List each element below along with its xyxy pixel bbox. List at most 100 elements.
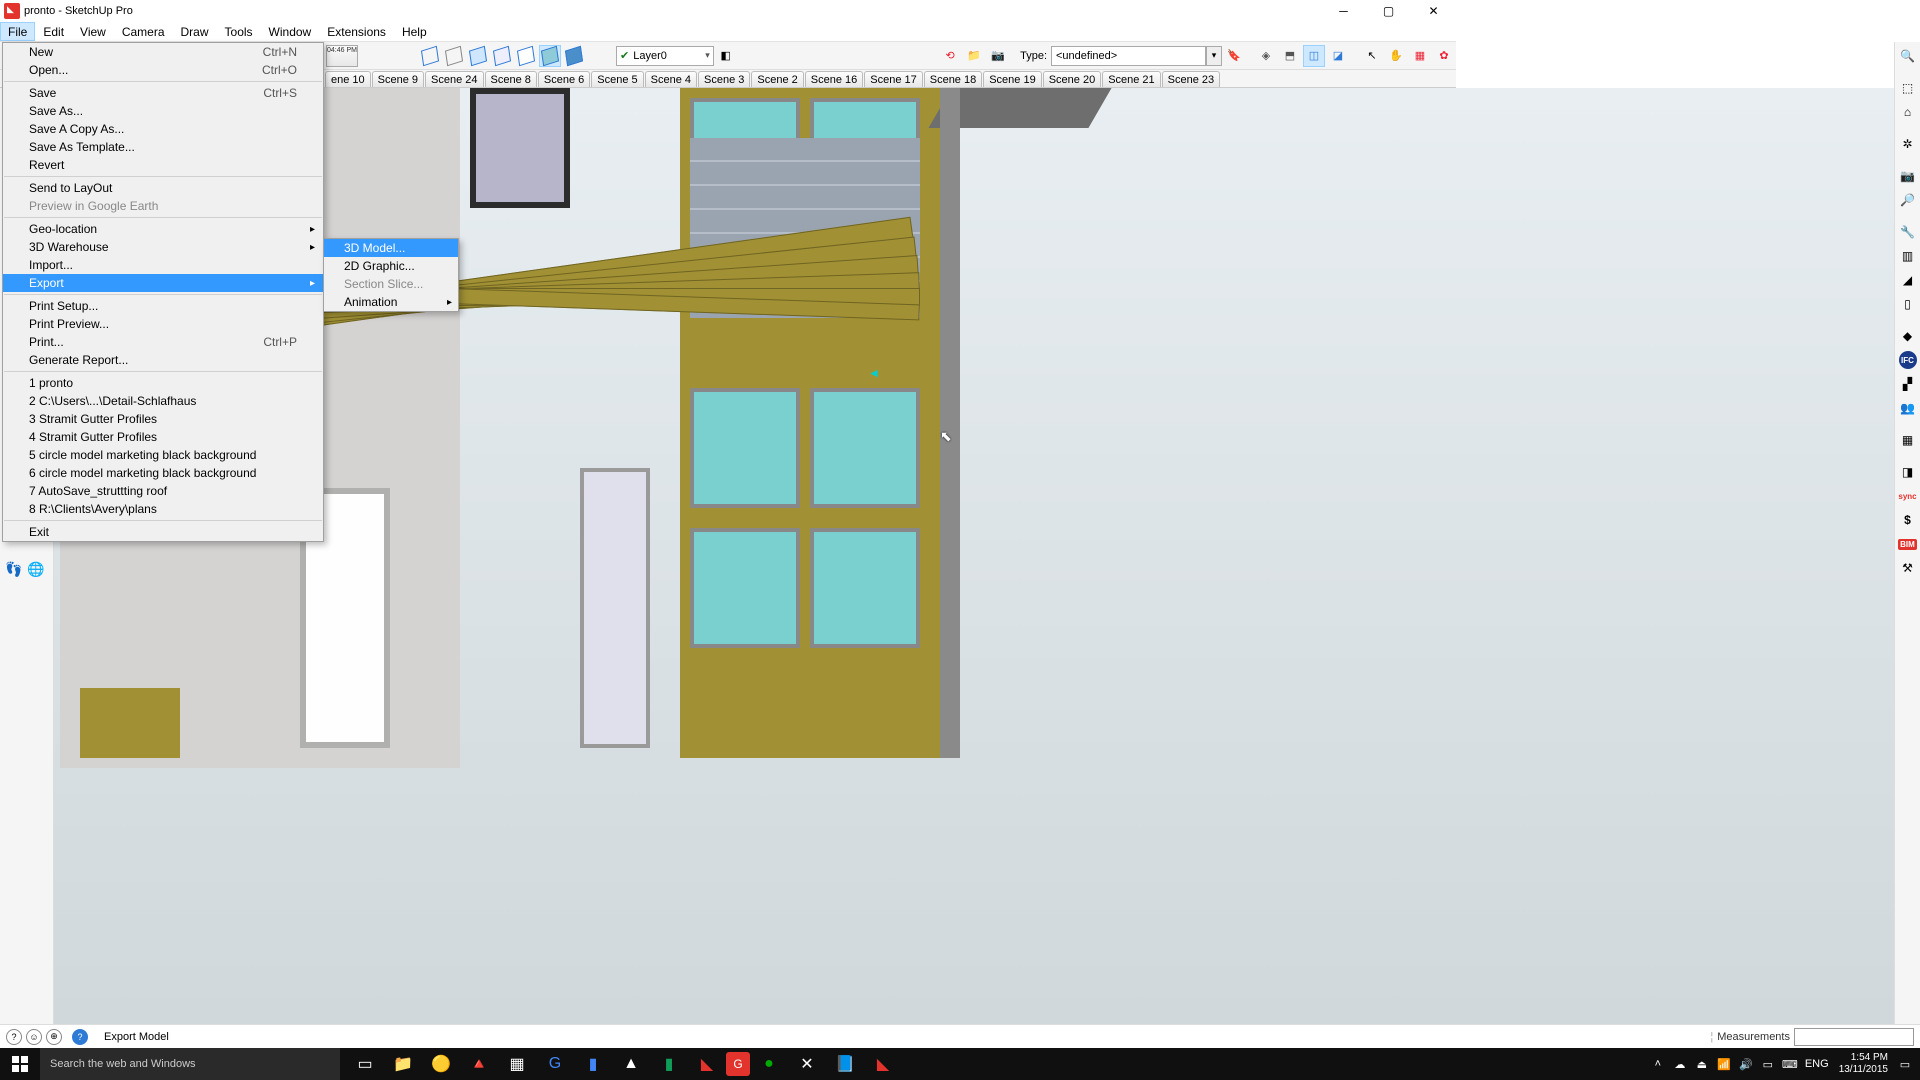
maximize-button[interactable]: ▢ [1366, 0, 1411, 22]
task-view-icon[interactable]: ▭ [346, 1048, 384, 1080]
menu-help[interactable]: Help [394, 22, 435, 41]
scene-tab[interactable]: Scene 3 [698, 71, 750, 87]
layer-name-input[interactable] [633, 50, 703, 62]
roof-icon[interactable]: ◢ [1897, 269, 1919, 291]
scene-tab[interactable]: Scene 20 [1043, 71, 1101, 87]
cube-icon[interactable]: ⬚ [1897, 77, 1919, 99]
menu-edit[interactable]: Edit [35, 22, 72, 41]
people-icon[interactable]: 👥 [1897, 397, 1919, 419]
house-icon[interactable]: ⌂ [1897, 101, 1919, 123]
scene-tab[interactable]: Scene 6 [538, 71, 590, 87]
tray-wifi-icon[interactable]: 📶 [1713, 1048, 1735, 1080]
style-hidden-line-icon[interactable] [443, 45, 465, 67]
help-icon[interactable]: ? [6, 1029, 22, 1045]
tag-icon[interactable]: 🔖 [1223, 45, 1245, 67]
sketchup-icon[interactable]: ◣ [864, 1048, 902, 1080]
stairs-icon[interactable]: ▞ [1897, 373, 1919, 395]
docs-icon[interactable]: ▮ [574, 1048, 612, 1080]
scene-tab[interactable]: Scene 17 [864, 71, 922, 87]
tray-keyboard-icon[interactable]: ⌨ [1779, 1048, 1801, 1080]
gear-icon[interactable]: ✿ [1433, 45, 1455, 67]
layer-manager-icon[interactable]: ◧ [715, 45, 737, 67]
shadow-clock[interactable]: 04:46 PM [326, 45, 358, 67]
scene-tab[interactable]: Scene 23 [1162, 71, 1220, 87]
search-model-icon[interactable]: 🔎 [1897, 189, 1919, 211]
file-menu-item[interactable]: Print...Ctrl+P [3, 333, 323, 351]
camera-icon[interactable]: 📷 [987, 45, 1009, 67]
file-menu-item[interactable]: Print Preview... [3, 315, 323, 333]
file-menu-item[interactable]: 5 circle model marketing black backgroun… [3, 446, 323, 464]
file-menu-item[interactable]: 7 AutoSave_struttting roof [3, 482, 323, 500]
hammer-icon[interactable]: ⚒ [1897, 557, 1919, 579]
file-menu-item[interactable]: Export [3, 274, 323, 292]
scene-tab[interactable]: Scene 8 [485, 71, 537, 87]
side-view-icon[interactable]: ◪ [1327, 45, 1349, 67]
scene-tab[interactable]: Scene 16 [805, 71, 863, 87]
scene-tab[interactable]: Scene 19 [983, 71, 1041, 87]
file-menu-item[interactable]: Open...Ctrl+O [3, 61, 323, 79]
file-menu-item[interactable]: Save As Template... [3, 138, 323, 156]
scene-tab[interactable]: Scene 18 [924, 71, 982, 87]
scene-tab[interactable]: ene 10 [325, 71, 371, 87]
file-menu-item[interactable]: 2 C:\Users\...\Detail-Schlafhaus [3, 392, 323, 410]
type-dropdown[interactable] [1051, 46, 1206, 66]
iso-icon[interactable]: ◈ [1255, 45, 1277, 67]
sync-icon[interactable]: sync [1897, 485, 1919, 507]
menu-camera[interactable]: Camera [114, 22, 173, 41]
style-backedges-icon[interactable] [563, 45, 585, 67]
sketchup-icon[interactable]: ◣ [688, 1048, 726, 1080]
style-xray-icon[interactable] [539, 45, 561, 67]
scene-tab[interactable]: Scene 9 [372, 71, 424, 87]
door-icon[interactable]: ▯ [1897, 293, 1919, 315]
wrench-icon[interactable]: 🔧 [1897, 221, 1919, 243]
menu-tools[interactable]: Tools [217, 22, 261, 41]
app-icon[interactable]: ▦ [498, 1048, 536, 1080]
file-menu-item[interactable]: 4 Stramit Gutter Profiles [3, 428, 323, 446]
app-icon[interactable]: ● [750, 1048, 788, 1080]
user-icon[interactable]: ☺ [26, 1029, 42, 1045]
app-icon[interactable]: 📘 [826, 1048, 864, 1080]
file-menu-item[interactable]: Save As... [3, 102, 323, 120]
file-menu-item[interactable]: Send to LayOut [3, 179, 323, 197]
layer-selector[interactable]: ✔ ▾ [616, 46, 714, 66]
scene-tab[interactable]: Scene 4 [645, 71, 697, 87]
info-icon[interactable]: ? [72, 1029, 88, 1045]
measurements-input[interactable] [1794, 1028, 1914, 1046]
gear-icon[interactable]: ✲ [1897, 133, 1919, 155]
file-menu-item[interactable]: 3D Warehouse [3, 238, 323, 256]
file-menu-item[interactable]: Revert [3, 156, 323, 174]
tray-eject-icon[interactable]: ⏏ [1691, 1048, 1713, 1080]
menu-window[interactable]: Window [261, 22, 320, 41]
render-box-icon[interactable]: ◨ [1897, 461, 1919, 483]
dropdown-icon[interactable]: ▾ [705, 50, 710, 61]
file-menu-item[interactable]: Geo-location [3, 220, 323, 238]
ifc-icon[interactable]: IFC [1897, 349, 1919, 371]
drive-icon[interactable]: ▲ [612, 1048, 650, 1080]
scene-tab[interactable]: Scene 24 [425, 71, 483, 87]
wall-icon[interactable]: ▥ [1897, 245, 1919, 267]
dollar-icon[interactable]: $ [1897, 509, 1919, 531]
scene-tab[interactable]: Scene 2 [751, 71, 803, 87]
diamond-icon[interactable]: ◆ [1897, 325, 1919, 347]
explorer-icon[interactable]: 📁 [384, 1048, 422, 1080]
minimize-button[interactable]: ─ [1321, 0, 1366, 22]
record-icon[interactable]: ⟲ [939, 45, 961, 67]
file-menu-item[interactable]: 8 R:\Clients\Avery\plans [3, 500, 323, 518]
sheets-icon[interactable]: ▮ [650, 1048, 688, 1080]
tray-lang[interactable]: ENG [1801, 1048, 1833, 1080]
open-folder-icon[interactable]: 📁 [963, 45, 985, 67]
front-view-icon[interactable]: ◫ [1303, 45, 1325, 67]
app-icon[interactable]: G [536, 1048, 574, 1080]
camera-tray-icon[interactable]: 📷 [1897, 165, 1919, 187]
file-menu-item[interactable]: 6 circle model marketing black backgroun… [3, 464, 323, 482]
tray-cloud-icon[interactable]: ☁ [1669, 1048, 1691, 1080]
menu-file[interactable]: File [0, 22, 35, 41]
file-menu-item[interactable]: NewCtrl+N [3, 43, 323, 61]
select-icon[interactable]: ↖ [1361, 45, 1383, 67]
style-shaded-tex-icon[interactable] [491, 45, 513, 67]
export-submenu-item[interactable]: 3D Model... [324, 239, 458, 257]
app-icon[interactable]: ✕ [788, 1048, 826, 1080]
app-icon[interactable]: G [726, 1052, 750, 1076]
file-menu-item[interactable]: 1 pronto [3, 374, 323, 392]
style-wireframe-icon[interactable] [419, 45, 441, 67]
